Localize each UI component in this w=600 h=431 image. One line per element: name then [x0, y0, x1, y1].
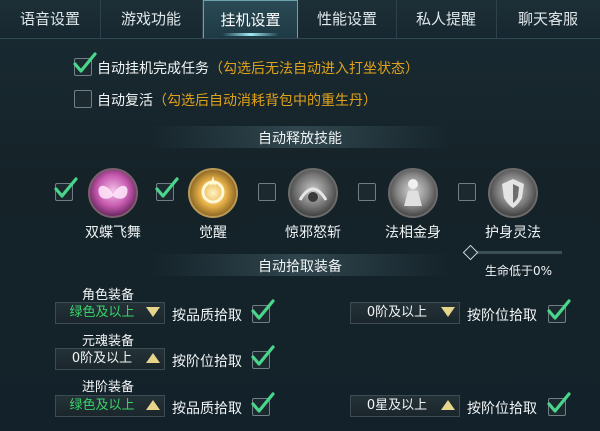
check-icon: [54, 177, 78, 198]
slash-glyph-icon: [298, 187, 328, 202]
skill-4-label: 法相金身: [385, 225, 441, 241]
auto-revive-hint: （勾选后自动消耗背包中的重生丹）: [153, 93, 377, 109]
role-tier-checkbox[interactable]: [547, 299, 571, 323]
advance-quality-checkbox[interactable]: [251, 392, 275, 416]
auto-revive-option: 自动复活（勾选后自动消耗背包中的重生丹）: [97, 90, 377, 110]
auto-revive-checkbox[interactable]: [74, 90, 92, 108]
tab-label: 私人提醒: [415, 10, 476, 28]
butterfly-skill-icon[interactable]: [88, 168, 138, 218]
chevron-up-icon: [146, 400, 160, 410]
soul-tier-pick-label: 按阶位拾取: [172, 354, 242, 370]
tab-idle-settings[interactable]: 挂机设置: [203, 0, 298, 38]
dropdown-value: 0星及以上: [366, 398, 428, 413]
golden-body-skill-icon[interactable]: [388, 168, 438, 218]
hp-slider-track[interactable]: [470, 251, 562, 254]
tab-label: 挂机设置: [220, 11, 281, 29]
tab-game-functions[interactable]: 游戏功能: [100, 0, 203, 38]
skill-2-label: 觉醒: [199, 225, 227, 241]
role-quality-checkbox[interactable]: [251, 299, 275, 323]
tab-label: 语音设置: [19, 10, 80, 28]
check-icon: [547, 392, 571, 413]
golden-body-glyph-icon: [404, 179, 422, 206]
role-tier-dropdown[interactable]: 0阶及以上: [350, 302, 460, 324]
auto-task-hint: （勾选后无法自动进入打坐状态）: [209, 61, 419, 77]
check-icon: [547, 299, 571, 320]
skill-2-checkbox[interactable]: [155, 177, 179, 201]
skill-5-checkbox[interactable]: [458, 183, 476, 201]
tab-bar: 语音设置 游戏功能 挂机设置 性能设置 私人提醒 聊天客服: [0, 0, 600, 39]
skill-4-checkbox[interactable]: [358, 183, 376, 201]
skills-section-title: 自动释放技能: [258, 131, 342, 147]
chevron-down-icon: [441, 307, 455, 317]
advance-star-pick-label: 按阶位拾取: [467, 401, 537, 417]
advance-equip-label: 进阶装备: [82, 380, 135, 395]
advance-quality-pick-label: 按品质拾取: [172, 401, 242, 417]
role-tier-pick-label: 按阶位拾取: [467, 308, 537, 324]
soul-tier-checkbox[interactable]: [251, 345, 275, 369]
tab-label: 游戏功能: [120, 10, 181, 28]
tab-chat-support[interactable]: 聊天客服: [496, 0, 600, 38]
advance-star-dropdown[interactable]: 0星及以上: [350, 395, 460, 417]
awaken-glyph-icon: [201, 176, 225, 204]
skill-3-label: 惊邪怒斩: [285, 225, 341, 241]
dropdown-value: 绿色及以上: [69, 398, 135, 413]
slash-skill-icon[interactable]: [288, 168, 338, 218]
settings-panel: 语音设置 游戏功能 挂机设置 性能设置 私人提醒 聊天客服 自动挂机完成任务（勾…: [0, 0, 600, 431]
butterfly-glyph-icon: [98, 185, 128, 199]
active-tab-underline: [222, 33, 279, 36]
chevron-up-icon: [441, 400, 455, 410]
check-icon: [251, 299, 275, 320]
skill-3-checkbox[interactable]: [258, 183, 276, 201]
auto-task-checkbox[interactable]: [73, 52, 97, 76]
tab-voice-settings[interactable]: 语音设置: [0, 0, 101, 38]
advance-star-checkbox[interactable]: [547, 392, 571, 416]
tab-private-reminder[interactable]: 私人提醒: [396, 0, 497, 38]
skill-1-checkbox[interactable]: [54, 177, 78, 201]
tab-label: 聊天客服: [517, 10, 578, 28]
chevron-down-icon: [146, 307, 160, 317]
role-quality-pick-label: 按品质拾取: [172, 308, 242, 324]
soul-tier-dropdown[interactable]: 0阶及以上: [55, 348, 165, 370]
tab-performance-settings[interactable]: 性能设置: [298, 0, 397, 38]
tab-label: 性能设置: [316, 10, 377, 28]
auto-task-label: 自动挂机完成任务: [97, 61, 209, 77]
soul-equip-label: 元魂装备: [82, 334, 135, 349]
skill-1-label: 双蝶飞舞: [85, 225, 141, 241]
awaken-skill-icon[interactable]: [188, 168, 238, 218]
role-quality-dropdown[interactable]: 绿色及以上: [55, 302, 165, 324]
check-icon: [251, 392, 275, 413]
dropdown-value: 绿色及以上: [69, 305, 135, 320]
check-icon: [251, 345, 275, 366]
pickup-section-title: 自动拾取装备: [258, 259, 342, 275]
shield-glyph-icon: [502, 179, 524, 208]
shield-spell-skill-icon[interactable]: [488, 168, 538, 218]
dropdown-value: 0阶及以上: [366, 305, 428, 320]
chevron-up-icon: [146, 353, 160, 363]
check-icon: [155, 177, 179, 198]
advance-quality-dropdown[interactable]: 绿色及以上: [55, 395, 165, 417]
dropdown-value: 0阶及以上: [71, 351, 133, 366]
auto-revive-label: 自动复活: [97, 93, 153, 109]
auto-task-option: 自动挂机完成任务（勾选后无法自动进入打坐状态）: [97, 58, 419, 78]
role-equip-label: 角色装备: [82, 288, 135, 303]
skill-5-label: 护身灵法: [485, 225, 541, 241]
check-icon: [73, 52, 97, 73]
